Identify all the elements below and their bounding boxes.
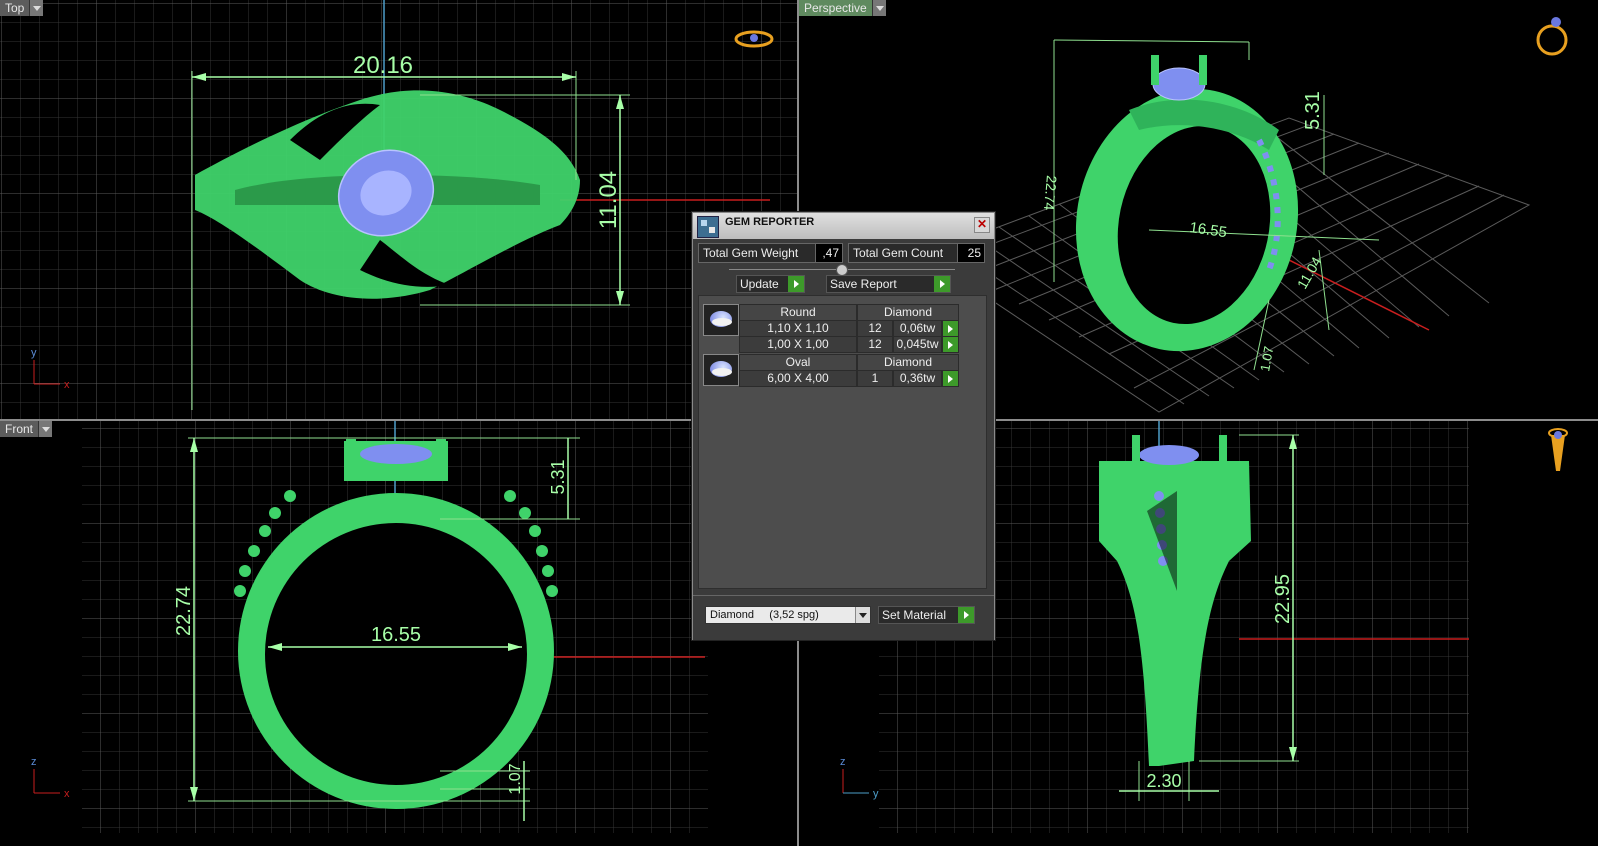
viewport-name: Front: [0, 421, 40, 437]
axis-z-label: z: [840, 756, 846, 768]
update-button-label: Update: [740, 277, 779, 291]
play-arrow-icon: [934, 276, 950, 292]
viewport-label-front[interactable]: Front: [0, 421, 53, 437]
gem-reporter-dialog: GEM REPORTER ✕ Total Gem Weight ,47 Tota…: [692, 212, 995, 640]
gem-weight: 0,36tw: [893, 370, 942, 387]
axis-y-label: y: [873, 788, 879, 800]
dim-side-height: 22.95: [1272, 574, 1294, 624]
dim-front-band: 1.07: [507, 763, 524, 794]
gem-list[interactable]: Round Diamond 1,10 X 1,10 12 0,06tw 1,00…: [698, 295, 987, 589]
select-gems-button[interactable]: [942, 336, 959, 353]
gem-shape: Round: [739, 304, 857, 321]
dialog-footer: Diamond (3,52 spg) Set Material: [693, 595, 994, 640]
total-gem-count-value: 25: [957, 243, 985, 263]
view-navigator-icon[interactable]: [1548, 428, 1568, 471]
select-gems-button[interactable]: [942, 320, 959, 337]
axis-x-label: x: [64, 379, 70, 391]
viewport-menu-dropdown[interactable]: [872, 0, 886, 16]
gem-weight: 0,045tw: [893, 336, 942, 353]
view-navigator-icon[interactable]: [1536, 17, 1568, 56]
viewport-label-perspective[interactable]: Perspective: [799, 0, 886, 16]
viewport-menu-dropdown[interactable]: [30, 0, 44, 16]
gem-weight: 0,06tw: [893, 320, 942, 337]
axis-x-label: x: [64, 788, 70, 800]
viewport-top[interactable]: Top 20.16 11.04 y x: [0, 0, 797, 419]
close-icon[interactable]: ✕: [974, 217, 990, 233]
viewport-name: Perspective: [799, 0, 873, 16]
set-material-button[interactable]: Set Material: [878, 606, 975, 624]
axis-z-label: z: [31, 756, 37, 768]
dim-persp-head: 5.31: [1302, 91, 1324, 130]
gem-material: Diamond: [857, 354, 959, 371]
dim-front-inner: 16.55: [371, 624, 421, 646]
update-button[interactable]: Update: [736, 275, 805, 293]
dim-width-top: 20.16: [353, 52, 413, 79]
dim-persp-height: 22.74: [1041, 175, 1060, 212]
dim-height-top: 11.04: [595, 171, 622, 229]
dim-front-height: 22.74: [173, 586, 195, 636]
dialog-titlebar[interactable]: GEM REPORTER ✕: [693, 213, 994, 239]
material-select-value: Diamond (3,52 spg): [710, 609, 819, 621]
dim-persp-width: 11.04: [1294, 254, 1325, 292]
material-select[interactable]: Diamond (3,52 spg): [705, 606, 871, 624]
total-gem-weight-value: ,47: [815, 243, 843, 263]
play-arrow-icon: [788, 276, 804, 292]
round-gem-icon: [703, 304, 739, 336]
gem-shape: Oval: [739, 354, 857, 371]
oval-gem-icon: [703, 354, 739, 386]
gem-size: 6,00 X 4,00: [739, 370, 857, 387]
viewport-label-top[interactable]: Top: [0, 0, 44, 16]
axis-y-label: y: [31, 347, 37, 359]
gem-count: 1: [857, 370, 893, 387]
dim-persp-band: 1.07: [1257, 345, 1276, 373]
save-report-button-label: Save Report: [830, 277, 897, 291]
save-report-button[interactable]: Save Report: [826, 275, 951, 293]
dim-side-width: 2.30: [1146, 771, 1181, 791]
gem-material: Diamond: [857, 304, 959, 321]
front-view-canvas: 22.74 16.55 5.31 1.07 z x: [31, 421, 708, 833]
chevron-down-icon[interactable]: [855, 607, 870, 623]
gem-count: 12: [857, 320, 893, 337]
gem-size: 1,00 X 1,00: [739, 336, 857, 353]
viewport-front[interactable]: Front 22.74 16.55 5.31 1.07 z x: [0, 421, 797, 846]
select-gems-button[interactable]: [942, 370, 959, 387]
ring-perspective-model: [1075, 55, 1299, 352]
viewport-menu-dropdown[interactable]: [39, 421, 53, 437]
total-gem-count-label: Total Gem Count: [848, 243, 960, 263]
play-arrow-icon: [958, 607, 974, 623]
total-gem-weight-label: Total Gem Weight: [698, 243, 818, 263]
gem-reporter-app-icon: [697, 216, 719, 238]
dialog-title: GEM REPORTER: [725, 216, 815, 228]
dim-front-head: 5.31: [548, 459, 568, 494]
viewport-name: Top: [0, 0, 31, 16]
set-material-button-label: Set Material: [882, 608, 947, 622]
gem-count: 12: [857, 336, 893, 353]
top-view-canvas: 20.16 11.04 y x: [0, 0, 797, 419]
gem-size: 1,10 X 1,10: [739, 320, 857, 337]
